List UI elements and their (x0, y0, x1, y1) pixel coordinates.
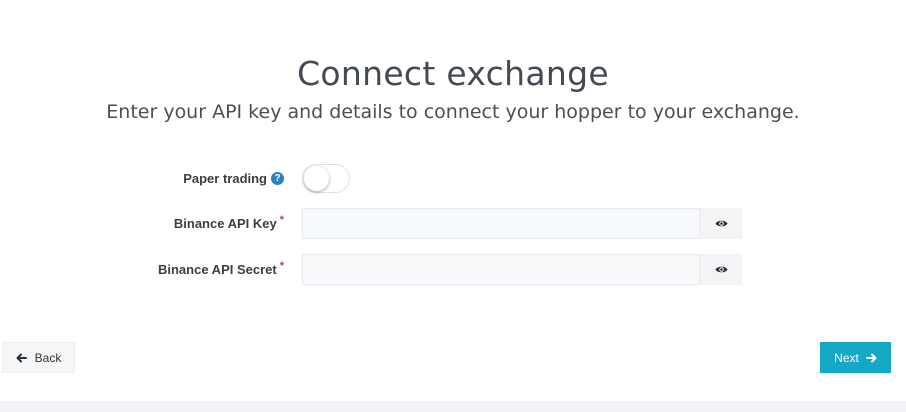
api-secret-visibility-toggle[interactable] (700, 254, 742, 285)
page-title: Connect exchange (297, 54, 609, 94)
eye-icon (715, 266, 727, 273)
api-secret-input[interactable] (303, 255, 699, 284)
arrow-left-icon (16, 353, 27, 362)
eye-icon (715, 220, 727, 227)
toggle-knob (304, 166, 329, 191)
api-secret-label-group: Binance API Secret * (157, 259, 284, 278)
api-secret-label: Binance API Secret (157, 262, 277, 277)
question-circle-icon[interactable]: ? (271, 172, 284, 185)
footer-bar (0, 401, 906, 412)
api-key-label-group: Binance API Key * (173, 213, 284, 232)
api-key-label: Binance API Key (173, 216, 277, 231)
required-asterisk: * (279, 213, 284, 226)
arrow-right-icon (865, 353, 877, 362)
paper-trading-label: Paper trading (183, 171, 267, 186)
paper-trading-toggle[interactable] (302, 164, 350, 193)
back-button[interactable]: Back (2, 342, 75, 373)
next-label: Next (834, 350, 859, 365)
back-label: Back (34, 350, 62, 365)
required-asterisk: * (279, 259, 284, 272)
api-key-field[interactable] (302, 208, 700, 239)
api-key-visibility-toggle[interactable] (700, 208, 742, 239)
paper-trading-label-group: Paper trading ? (183, 171, 284, 186)
page-subtitle: Enter your API key and details to connec… (106, 101, 800, 123)
api-secret-field[interactable] (302, 254, 700, 285)
next-button[interactable]: Next (820, 342, 891, 373)
api-key-input[interactable] (303, 209, 699, 238)
